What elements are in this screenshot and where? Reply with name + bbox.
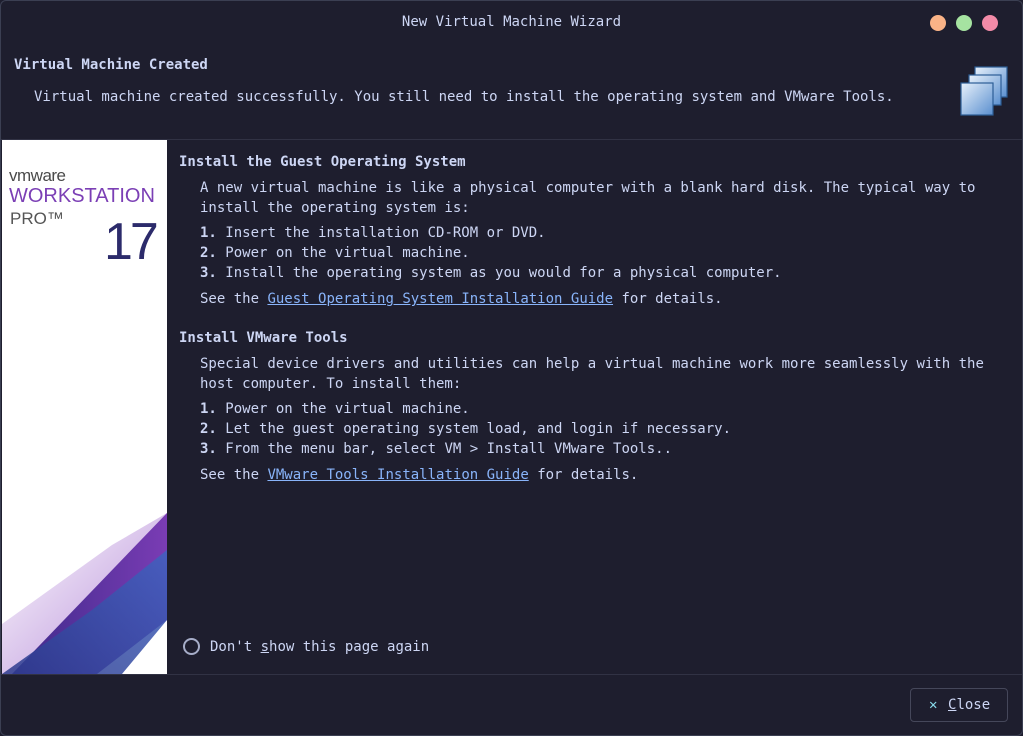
product-name: WORKSTATION <box>9 185 155 207</box>
vmware-branding-panel: vmware WORKSTATION PRO™ 17 <box>2 140 167 674</box>
wizard-header: Virtual Machine Created Virtual machine … <box>1 45 1022 140</box>
vmware-logo: vmware <box>9 166 66 185</box>
list-item: 3. From the menu bar, select VM > Instal… <box>200 441 673 457</box>
close-icon: ✕ <box>929 697 938 713</box>
dont-show-again-radio[interactable] <box>183 638 200 655</box>
section-intro: Special device drivers and utilities can… <box>200 356 984 392</box>
page-description: Virtual machine created successfully. Yo… <box>34 89 894 105</box>
title-bar[interactable]: New Virtual Machine Wizard <box>1 1 1022 45</box>
dont-show-again-label[interactable]: Don't show this page again <box>210 639 429 655</box>
section-intro: A new virtual machine is like a physical… <box>200 180 976 216</box>
see-guide-text: See the VMware Tools Installation Guide … <box>200 467 639 483</box>
product-edition: PRO™ <box>10 209 64 228</box>
page-title: Virtual Machine Created <box>14 57 208 73</box>
list-item: 2. Let the guest operating system load, … <box>200 421 732 437</box>
close-button-label: Close <box>948 697 991 713</box>
see-guide-text: See the Guest Operating System Installat… <box>200 291 723 307</box>
maximize-icon[interactable] <box>956 15 972 31</box>
vmware-tools-guide-link[interactable]: VMware Tools Installation Guide <box>267 467 528 483</box>
section-title: Install the Guest Operating System <box>179 154 466 170</box>
list-item: 3. Install the operating system as you w… <box>200 265 782 281</box>
product-version: 17 <box>104 213 159 271</box>
minimize-icon[interactable] <box>930 15 946 31</box>
button-bar: ✕ Close <box>1 674 1022 735</box>
close-button[interactable]: ✕ Close <box>910 688 1008 722</box>
list-item: 1. Power on the virtual machine. <box>200 401 470 417</box>
guest-os-guide-link[interactable]: Guest Operating System Installation Guid… <box>267 291 613 307</box>
virtual-machines-icon <box>960 66 1008 116</box>
close-icon[interactable] <box>982 15 998 31</box>
list-item: 1. Insert the installation CD-ROM or DVD… <box>200 225 546 241</box>
list-item: 2. Power on the virtual machine. <box>200 245 470 261</box>
section-title: Install VMware Tools <box>179 330 348 346</box>
window-title: New Virtual Machine Wizard <box>401 14 622 30</box>
wizard-window: New Virtual Machine Wizard Virtual Machi… <box>0 0 1023 736</box>
